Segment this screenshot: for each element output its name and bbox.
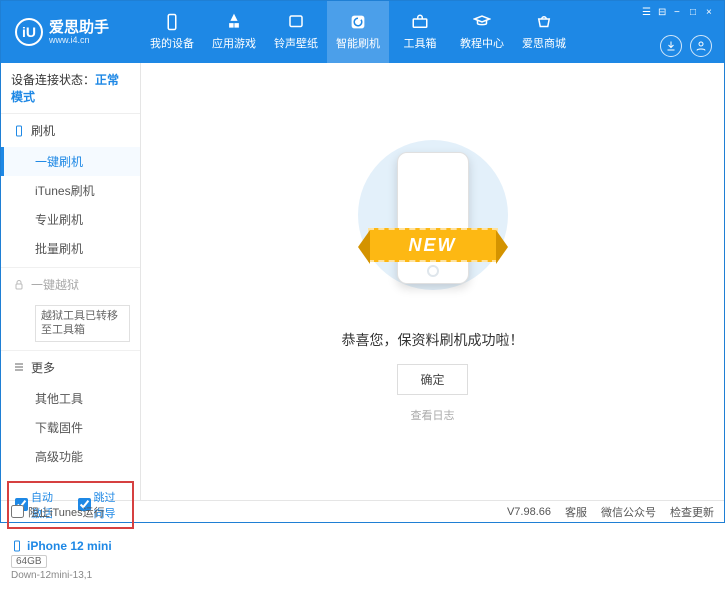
sidebar-item-itunes-flash[interactable]: iTunes刷机 [1,176,140,205]
nav-toolbox[interactable]: 工具箱 [389,1,451,63]
jailbreak-section-header[interactable]: 一键越狱 [1,268,140,301]
flash-icon [349,13,367,31]
nav-label: 我的设备 [150,35,194,51]
new-banner: NEW [368,228,498,262]
toolbox-icon [411,13,429,31]
nav-ringtones[interactable]: 铃声壁纸 [265,1,327,63]
logo-area: iU 爱思助手 www.i4.cn [1,18,141,46]
app-url: www.i4.cn [49,35,109,45]
nav-label: 教程中心 [460,35,504,51]
window-controls: ☰ ⊟ − □ × [642,7,716,17]
nav-label: 应用游戏 [212,35,256,51]
store-icon [535,13,553,31]
nav-my-device[interactable]: 我的设备 [141,1,203,63]
block-itunes-checkbox[interactable]: 阻止iTunes运行 [11,504,105,520]
download-icon [665,40,677,52]
sidebar-item-other-tools[interactable]: 其他工具 [1,384,140,413]
main-content: NEW 恭喜您，保资料刷机成功啦！ 确定 查看日志 [141,63,724,500]
success-illustration: NEW [358,140,508,310]
nav-smart-flash[interactable]: 智能刷机 [327,1,389,63]
connection-label: 设备连接状态： [11,73,95,87]
nav-apps-games[interactable]: 应用游戏 [203,1,265,63]
device-name-text: iPhone 12 mini [27,539,112,553]
lock-icon [13,279,25,291]
apps-icon [225,13,243,31]
nav-label: 铃声壁纸 [274,35,318,51]
more-section-header[interactable]: 更多 [1,351,140,384]
sidebar: 设备连接状态：正常模式 刷机 一键刷机 iTunes刷机 专业刷机 批量刷机 一… [1,63,141,500]
version-label: V7.98.66 [507,506,551,518]
ok-button[interactable]: 确定 [397,364,467,395]
wechat-link[interactable]: 微信公众号 [601,504,656,520]
sidebar-item-batch-flash[interactable]: 批量刷机 [1,234,140,263]
phone-icon [11,540,23,552]
wallpaper-icon [287,13,305,31]
nav-label: 爱思商城 [522,35,566,51]
lock-icon[interactable]: ⊟ [658,7,668,17]
nav-label: 智能刷机 [336,35,380,51]
device-icon [163,13,181,31]
minimize-icon[interactable]: − [674,7,684,17]
view-log-link[interactable]: 查看日志 [411,407,455,423]
connection-status: 设备连接状态：正常模式 [1,63,140,114]
device-firmware: Down-12mini-13,1 [11,570,130,581]
sidebar-item-advanced[interactable]: 高级功能 [1,442,140,471]
section-label: 更多 [31,359,55,376]
checkbox-label: 阻止iTunes运行 [28,504,105,520]
nav-label: 工具箱 [404,35,437,51]
title-bar: iU 爱思助手 www.i4.cn 我的设备 应用游戏 铃声壁纸 智能刷机 工具… [1,1,724,63]
sidebar-item-pro-flash[interactable]: 专业刷机 [1,205,140,234]
sidebar-item-one-click-flash[interactable]: 一键刷机 [1,147,140,176]
jailbreak-note: 越狱工具已转移至工具箱 [35,305,130,342]
header-actions [660,35,712,57]
app-logo-icon: iU [15,18,43,46]
main-nav: 我的设备 应用游戏 铃声壁纸 智能刷机 工具箱 教程中心 爱思商城 [141,1,575,63]
customer-service-link[interactable]: 客服 [565,504,587,520]
section-label: 一键越狱 [31,276,79,293]
app-name: 爱思助手 [49,20,109,35]
nav-store[interactable]: 爱思商城 [513,1,575,63]
section-label: 刷机 [31,122,55,139]
menu-icon[interactable]: ☰ [642,7,652,17]
flash-section-header[interactable]: 刷机 [1,114,140,147]
list-icon [13,361,25,373]
nav-tutorials[interactable]: 教程中心 [451,1,513,63]
check-update-link[interactable]: 检查更新 [670,504,714,520]
success-message: 恭喜您，保资料刷机成功啦！ [342,330,524,350]
maximize-icon[interactable]: □ [690,7,700,17]
device-name[interactable]: iPhone 12 mini [11,539,130,553]
user-icon [695,40,707,52]
account-button[interactable] [690,35,712,57]
sidebar-item-download-firmware[interactable]: 下载固件 [1,413,140,442]
download-button[interactable] [660,35,682,57]
phone-icon [13,125,25,137]
close-icon[interactable]: × [706,7,716,17]
tutorial-icon [473,13,491,31]
device-storage: 64GB [11,555,47,568]
device-info: iPhone 12 mini 64GB Down-12mini-13,1 [1,535,140,589]
